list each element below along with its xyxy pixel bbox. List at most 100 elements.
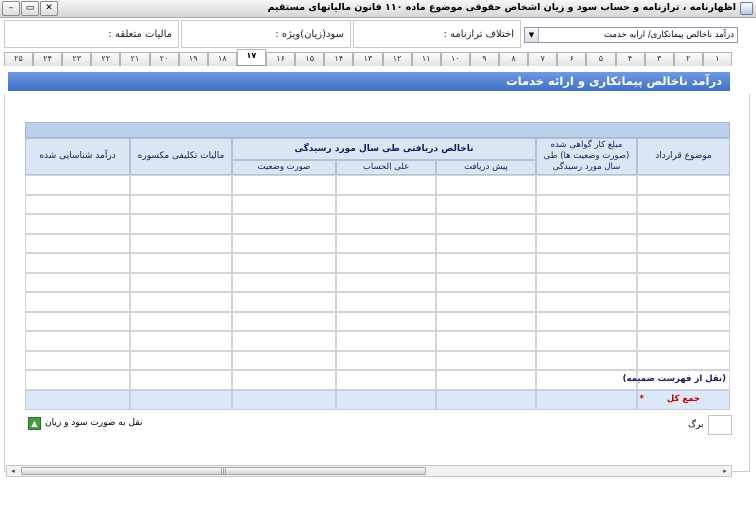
grid-cell-r3-c4[interactable] <box>336 214 436 234</box>
grid-cell-r7-c5[interactable] <box>232 292 336 312</box>
grid-cell-r10-c6[interactable] <box>130 350 232 370</box>
grid-cell-r8-c3[interactable] <box>436 311 536 331</box>
up-arrow-icon[interactable]: ▲ <box>28 417 41 430</box>
grid-cell-r10-c3[interactable] <box>436 350 536 370</box>
tab-17[interactable]: ۱۷ <box>236 49 266 65</box>
grid-cell-r9-c7[interactable] <box>25 331 130 351</box>
grid-cell-r8-c6[interactable] <box>130 311 232 331</box>
tab-2[interactable]: ۲ <box>673 52 703 66</box>
tab-25[interactable]: ۲۵ <box>3 52 33 66</box>
grid-cell-r1-c3[interactable] <box>436 175 536 195</box>
grid-cell-r5-c7[interactable] <box>25 253 130 273</box>
chevron-down-icon[interactable]: ▼ <box>525 28 539 42</box>
tab-7[interactable]: ۷ <box>528 52 558 66</box>
tab-22[interactable]: ۲۲ <box>91 52 121 66</box>
grid-cell-r1-c4[interactable] <box>336 175 436 195</box>
tab-15[interactable]: ۱۵ <box>295 52 325 66</box>
minimize-button[interactable]: – <box>2 1 20 16</box>
close-button[interactable]: ✕ <box>40 1 58 16</box>
tab-24[interactable]: ۲۴ <box>33 52 63 66</box>
grid-cell-r11-c7[interactable] <box>25 370 130 390</box>
form-select[interactable]: درآمد ناخالص پیمانکاری/ ارایه خدمت ▼ <box>524 27 738 43</box>
tab-12[interactable]: ۱۲ <box>382 52 412 66</box>
app-icon[interactable] <box>740 2 753 15</box>
grid-cell-r2-c6[interactable] <box>130 194 232 214</box>
grid-cell-r3-c2[interactable] <box>536 214 637 234</box>
tab-3[interactable]: ۳ <box>644 52 674 66</box>
total-cell-6[interactable] <box>130 389 232 410</box>
tab-21[interactable]: ۲۱ <box>120 52 150 66</box>
grid-cell-r6-c7[interactable] <box>25 272 130 292</box>
tab-20[interactable]: ۲۰ <box>149 52 179 66</box>
grid-cell-r2-c2[interactable] <box>536 194 637 214</box>
grid-cell-r6-c5[interactable] <box>232 272 336 292</box>
grid-cell-r1-c6[interactable] <box>130 175 232 195</box>
grid-cell-r6-c4[interactable] <box>336 272 436 292</box>
grid-cell-r8-c2[interactable] <box>536 311 637 331</box>
tab-5[interactable]: ۵ <box>586 52 616 66</box>
grid-cell-r4-c5[interactable] <box>232 233 336 253</box>
grid-cell-r5-c4[interactable] <box>336 253 436 273</box>
grid-cell-r8-c5[interactable] <box>232 311 336 331</box>
grid-cell-r7-c2[interactable] <box>536 292 637 312</box>
scroll-thumb[interactable]: ||| <box>21 467 426 475</box>
tab-14[interactable]: ۱۴ <box>324 52 354 66</box>
grid-cell-r9-c4[interactable] <box>336 331 436 351</box>
page-input[interactable] <box>708 415 732 435</box>
grid-cell-r9-c6[interactable] <box>130 331 232 351</box>
tab-19[interactable]: ۱۹ <box>178 52 208 66</box>
grid-cell-r8-c7[interactable] <box>25 311 130 331</box>
grid-cell-r5-c1[interactable] <box>637 253 730 273</box>
grid-cell-r4-c7[interactable] <box>25 233 130 253</box>
tab-23[interactable]: ۲۳ <box>62 52 92 66</box>
tab-16[interactable]: ۱۶ <box>266 52 296 66</box>
tab-9[interactable]: ۹ <box>469 52 499 66</box>
grid-cell-r8-c1[interactable] <box>637 311 730 331</box>
grid-cell-r7-c1[interactable] <box>637 292 730 312</box>
grid-cell-r7-c3[interactable] <box>436 292 536 312</box>
grid-cell-r2-c1[interactable] <box>637 194 730 214</box>
total-cell-5[interactable] <box>232 389 336 410</box>
grid-cell-r3-c3[interactable] <box>436 214 536 234</box>
grid-cell-r4-c2[interactable] <box>536 233 637 253</box>
grid-cell-r1-c7[interactable] <box>25 175 130 195</box>
tab-1[interactable]: ۱ <box>702 52 732 66</box>
tab-6[interactable]: ۶ <box>557 52 587 66</box>
grid-cell-r2-c4[interactable] <box>336 194 436 214</box>
grid-cell-r3-c6[interactable] <box>130 214 232 234</box>
grid-cell-r5-c3[interactable] <box>436 253 536 273</box>
restore-button[interactable]: ▭ <box>21 1 39 16</box>
grid-cell-r9-c1[interactable] <box>637 331 730 351</box>
grid-cell-r9-c2[interactable] <box>536 331 637 351</box>
scroll-left-icon[interactable]: ◂ <box>7 466 19 476</box>
total-cell-2[interactable] <box>536 389 637 410</box>
grid-cell-r5-c2[interactable] <box>536 253 637 273</box>
grid-cell-r11-c5[interactable] <box>232 370 336 390</box>
tab-13[interactable]: ۱۳ <box>353 52 383 66</box>
grid-cell-r8-c4[interactable] <box>336 311 436 331</box>
grid-cell-r4-c4[interactable] <box>336 233 436 253</box>
total-cell-3[interactable] <box>436 389 536 410</box>
grid-cell-r11-c6[interactable] <box>130 370 232 390</box>
grid-cell-r4-c3[interactable] <box>436 233 536 253</box>
grid-cell-r11-c4[interactable] <box>336 370 436 390</box>
grid-cell-r9-c5[interactable] <box>232 331 336 351</box>
grid-cell-r6-c6[interactable] <box>130 272 232 292</box>
grid-cell-r7-c4[interactable] <box>336 292 436 312</box>
total-cell-4[interactable] <box>336 389 436 410</box>
scroll-right-icon[interactable]: ▸ <box>719 466 731 476</box>
grid-cell-r2-c5[interactable] <box>232 194 336 214</box>
tab-4[interactable]: ۴ <box>615 52 645 66</box>
grid-cell-r3-c1[interactable] <box>637 214 730 234</box>
grid-cell-r10-c2[interactable] <box>536 350 637 370</box>
grid-cell-r1-c1[interactable] <box>637 175 730 195</box>
grid-cell-r10-c7[interactable] <box>25 350 130 370</box>
grid-cell-r9-c3[interactable] <box>436 331 536 351</box>
grid-cell-r4-c6[interactable] <box>130 233 232 253</box>
grid-cell-r5-c5[interactable] <box>232 253 336 273</box>
grid-cell-r6-c2[interactable] <box>536 272 637 292</box>
grid-cell-r10-c1[interactable] <box>637 350 730 370</box>
grid-cell-r6-c3[interactable] <box>436 272 536 292</box>
grid-cell-r3-c7[interactable] <box>25 214 130 234</box>
total-cell-7[interactable] <box>25 389 130 410</box>
